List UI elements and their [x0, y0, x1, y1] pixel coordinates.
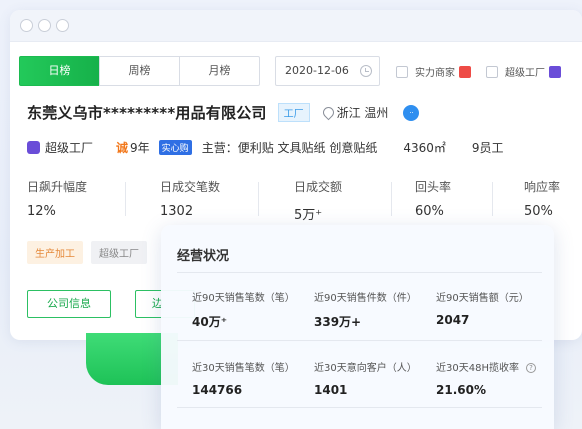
super-factory-label: 超级工厂	[45, 141, 94, 155]
date-picker[interactable]: 2020-12-06	[275, 56, 380, 86]
metric-90d-orders: 近90天销售笔数（笔） 40万⁺	[192, 289, 295, 330]
stat-daily-orders: 日成交笔数 1302	[160, 178, 220, 219]
business-status-panel: 经营状况 近90天销售笔数（笔） 40万⁺ 近90天销售件数（件） 339万+ …	[161, 225, 554, 429]
date-value: 2020-12-06	[285, 64, 349, 77]
metric-label: 近90天销售笔数（笔）	[192, 293, 295, 304]
stat-value: 60%	[415, 204, 444, 219]
filter-super-factory[interactable]: 超级工厂	[486, 64, 561, 79]
metric-value: 21.60%	[436, 383, 486, 397]
stat-value: 12%	[27, 204, 56, 219]
checkbox[interactable]	[486, 65, 498, 78]
strength-merchant-badge-icon	[459, 65, 471, 78]
super-factory-icon	[27, 141, 40, 154]
title-bar	[10, 10, 582, 42]
metric-30d-pickup-rate: 近30天48H揽收率? 21.60%	[436, 359, 536, 397]
window-close-dot[interactable]	[20, 19, 33, 32]
divider	[177, 340, 542, 341]
stat-value: 5万⁺	[294, 208, 323, 223]
clock-icon	[360, 65, 372, 77]
company-location: 浙江 温州	[336, 106, 389, 120]
metric-30d-orders: 近30天销售笔数（笔） 144766	[192, 359, 295, 397]
window-maximize-dot[interactable]	[56, 19, 69, 32]
help-icon[interactable]: ?	[525, 363, 536, 373]
trust-tag: 实心购	[158, 140, 192, 155]
company-info-button[interactable]: 公司信息	[27, 290, 111, 318]
filter-label: 超级工厂	[505, 68, 545, 79]
metric-30d-customers: 近30天意向客户（人） 1401	[314, 359, 417, 397]
company-type-tag: 工厂	[277, 103, 310, 122]
checkbox[interactable]	[396, 65, 408, 78]
main-business: 主营：便利贴 文具贴纸 创意贴纸	[201, 141, 378, 155]
stat-label: 回头率	[415, 180, 452, 194]
company-header: 东莞义乌市*********用品有限公司 工厂 浙江 温州 ··	[27, 102, 420, 123]
stat-value: 50%	[524, 204, 553, 219]
stat-repeat-rate: 回头率 60%	[415, 178, 451, 219]
company-name[interactable]: 东莞义乌市*********用品有限公司	[27, 102, 267, 123]
metric-value: 2047	[436, 313, 470, 327]
tag-super-factory: 超级工厂	[91, 241, 147, 264]
metric-value: 1401	[314, 383, 348, 397]
metric-label: 近30天销售笔数（笔）	[192, 363, 295, 374]
divider	[125, 182, 126, 216]
super-factory-badge-icon	[549, 65, 561, 78]
divider	[492, 182, 493, 216]
location-pin-icon	[323, 107, 332, 119]
metric-label: 近30天48H揽收率?	[436, 359, 536, 374]
stat-response-rate: 响应率 50%	[524, 178, 560, 219]
tab-weekly[interactable]: 周榜	[99, 56, 180, 86]
metric-value: 339万+	[314, 315, 362, 329]
tab-monthly[interactable]: 月榜	[179, 56, 260, 86]
divider	[177, 407, 542, 408]
stat-label: 日飙升幅度	[27, 180, 88, 194]
metric-value: 144766	[192, 383, 243, 397]
panel-title: 经营状况	[177, 249, 230, 264]
metric-90d-sales: 近90天销售额（元） 2047	[436, 289, 529, 327]
cheng-icon: 诚	[116, 141, 129, 155]
divider	[177, 272, 542, 273]
metric-label-text: 近30天48H揽收率	[436, 363, 519, 374]
divider	[391, 182, 392, 216]
divider	[258, 182, 259, 216]
stat-daily-turnover: 日成交额 5万⁺	[294, 178, 342, 223]
stat-label: 响应率	[524, 180, 561, 194]
filter-strength-merchant[interactable]: 实力商家	[396, 64, 471, 79]
chat-icon[interactable]: ··	[403, 104, 420, 121]
metric-label: 近90天销售额（元）	[436, 293, 529, 304]
filter-label: 实力商家	[415, 68, 455, 79]
window-minimize-dot[interactable]	[38, 19, 51, 32]
company-info-row: 超级工厂 诚 9年 实心购 主营：便利贴 文具贴纸 创意贴纸 4360㎡ 9员工	[27, 139, 504, 156]
stat-label: 日成交额	[294, 180, 343, 194]
stat-label: 日成交笔数	[160, 180, 221, 194]
staff-count: 9员工	[471, 141, 504, 155]
stat-value: 1302	[160, 204, 194, 219]
years-label: 9年	[130, 141, 150, 155]
metric-value: 40万⁺	[192, 315, 228, 329]
ranking-tabs: 日榜 周榜 月榜	[19, 56, 260, 86]
metric-label: 近30天意向客户（人）	[314, 363, 417, 374]
metric-90d-items: 近90天销售件数（件） 339万+	[314, 289, 417, 330]
metric-label: 近90天销售件数（件）	[314, 293, 417, 304]
tab-daily[interactable]: 日榜	[19, 56, 100, 86]
stat-daily-rise: 日飙升幅度 12%	[27, 178, 87, 219]
factory-area: 4360㎡	[403, 141, 446, 155]
tag-production: 生产加工	[27, 241, 83, 264]
